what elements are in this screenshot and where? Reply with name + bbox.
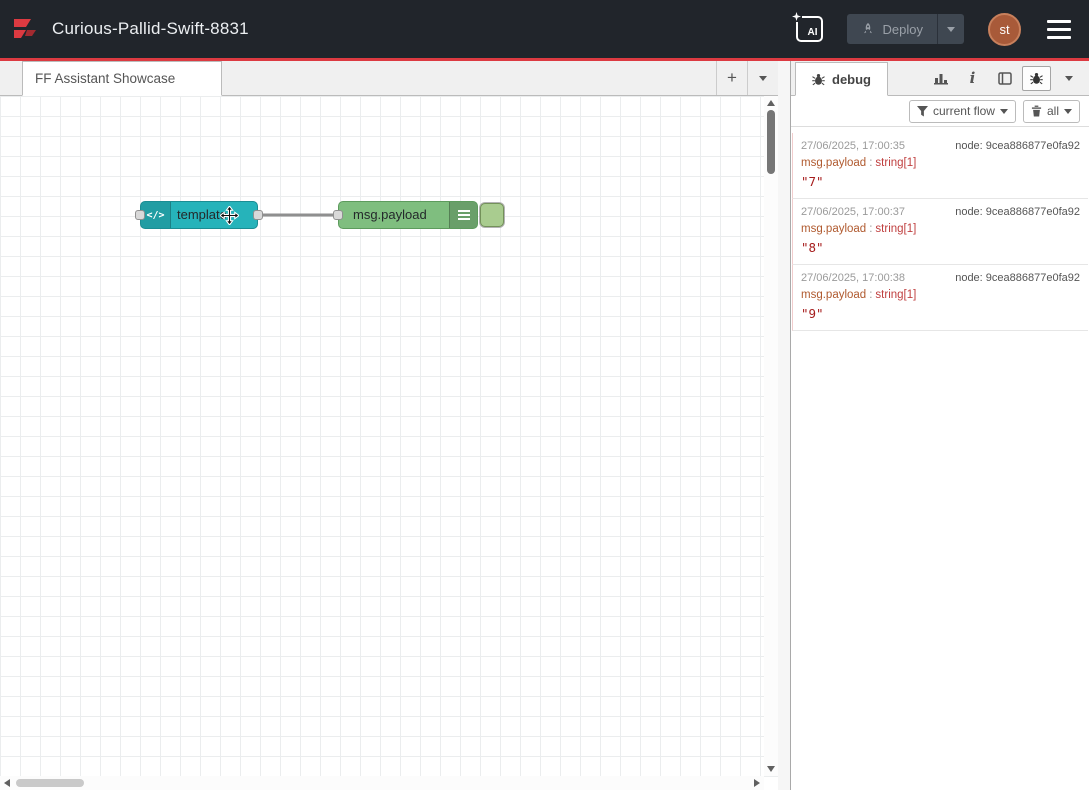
debug-toolbar: current flow all [791, 96, 1089, 127]
debug-node-icon [449, 202, 477, 228]
property-separator: : [869, 223, 872, 235]
property-separator: : [869, 289, 872, 301]
message-node-id: node: 9cea886877e0fa92 [955, 140, 1080, 152]
message-type: string[1] [875, 157, 916, 169]
flow-list-button[interactable] [747, 61, 778, 95]
chevron-down-icon [1000, 109, 1008, 114]
tab-dashboard[interactable] [926, 66, 955, 91]
message-timestamp: 27/06/2025, 17:00:38 [801, 272, 905, 284]
book-icon [998, 72, 1012, 85]
ai-assistant-button[interactable]: AI [796, 16, 823, 42]
message-node-id: node: 9cea886877e0fa92 [955, 206, 1080, 218]
tab-debug[interactable] [1022, 66, 1051, 91]
canvas-vertical-scrollbar[interactable] [764, 96, 778, 776]
flow-canvas[interactable]: </> template msg.payload [0, 96, 778, 790]
message-property: msg.payload [801, 157, 866, 169]
tab-help[interactable] [990, 66, 1019, 91]
vertical-scroll-thumb[interactable] [767, 110, 775, 174]
clear-label: all [1047, 104, 1059, 118]
debug-enable-toggle[interactable] [480, 203, 504, 227]
template-node-icon: </> [141, 202, 171, 228]
flow-editor: FF Assistant Showcase + </> template msg… [0, 61, 778, 790]
instance-title: Curious-Pallid-Swift-8831 [52, 19, 249, 39]
flow-tab[interactable]: FF Assistant Showcase [22, 61, 222, 96]
tab-info[interactable]: i [958, 66, 987, 91]
bug-icon [1030, 72, 1043, 85]
template-input-port[interactable] [135, 210, 145, 220]
deploy-rocket-icon [861, 22, 875, 36]
debug-node-label: msg.payload [353, 202, 427, 228]
message-type: string[1] [875, 223, 916, 235]
tab-debug-active[interactable]: debug [795, 62, 888, 96]
message-timestamp: 27/06/2025, 17:00:37 [801, 206, 905, 218]
plus-icon: + [727, 68, 737, 88]
template-output-port[interactable] [253, 210, 263, 220]
deploy-button[interactable]: Deploy [847, 14, 964, 44]
avatar-initials: st [999, 22, 1009, 37]
sidebar-resize-handle[interactable] [778, 61, 791, 790]
template-node-label: template [177, 202, 227, 228]
message-value[interactable]: "9" [801, 306, 1080, 321]
bar-chart-icon [934, 72, 948, 85]
scroll-up-arrow[interactable] [767, 100, 775, 106]
debug-message-list: 27/06/2025, 17:00:35 node: 9cea886877e0f… [791, 127, 1089, 790]
right-sidebar: debug i [791, 61, 1089, 790]
scroll-right-arrow[interactable] [754, 779, 760, 787]
tab-debug-label: debug [832, 72, 871, 87]
filter-icon [917, 106, 928, 117]
add-flow-button[interactable]: + [716, 61, 747, 95]
sparkle-icon [791, 11, 802, 22]
deploy-options-button[interactable] [937, 14, 964, 44]
info-icon: i [970, 69, 976, 87]
deploy-label: Deploy [883, 22, 923, 37]
chevron-down-icon [1065, 76, 1073, 81]
debug-filter-button[interactable]: current flow [909, 100, 1016, 123]
workspace-tabbar: FF Assistant Showcase + [0, 61, 778, 96]
debug-message[interactable]: 27/06/2025, 17:00:35 node: 9cea886877e0f… [792, 133, 1088, 199]
message-property: msg.payload [801, 289, 866, 301]
main-menu-button[interactable] [1045, 16, 1073, 43]
sidebar-tabbar: debug i [791, 61, 1089, 96]
chevron-down-icon [759, 76, 767, 81]
canvas-horizontal-scrollbar[interactable] [0, 776, 764, 790]
message-type: string[1] [875, 289, 916, 301]
sidebar-tab-list-button[interactable] [1054, 66, 1083, 91]
debug-message[interactable]: 27/06/2025, 17:00:37 node: 9cea886877e0f… [792, 199, 1088, 265]
flowfuse-logo-icon [10, 14, 40, 44]
ai-label: AI [808, 27, 818, 38]
user-avatar[interactable]: st [988, 13, 1021, 46]
template-node[interactable]: </> template [140, 201, 258, 229]
scroll-left-arrow[interactable] [4, 779, 10, 787]
filter-label: current flow [933, 104, 995, 118]
message-value[interactable]: "8" [801, 240, 1080, 255]
debug-clear-button[interactable]: all [1023, 100, 1080, 123]
debug-input-port[interactable] [333, 210, 343, 220]
message-node-id: node: 9cea886877e0fa92 [955, 272, 1080, 284]
flow-tab-label: FF Assistant Showcase [35, 71, 175, 86]
chevron-down-icon [1064, 109, 1072, 114]
message-value[interactable]: "7" [801, 174, 1080, 189]
message-timestamp: 27/06/2025, 17:00:35 [801, 140, 905, 152]
debug-message[interactable]: 27/06/2025, 17:00:38 node: 9cea886877e0f… [792, 265, 1088, 331]
app-header: Curious-Pallid-Swift-8831 AI Deploy st [0, 0, 1089, 61]
debug-node[interactable]: msg.payload [338, 201, 478, 229]
bug-icon [812, 73, 825, 86]
property-separator: : [869, 157, 872, 169]
scroll-down-arrow[interactable] [767, 766, 775, 772]
message-property: msg.payload [801, 223, 866, 235]
horizontal-scroll-thumb[interactable] [16, 779, 84, 787]
chevron-down-icon [947, 27, 955, 32]
trash-icon [1031, 105, 1042, 117]
